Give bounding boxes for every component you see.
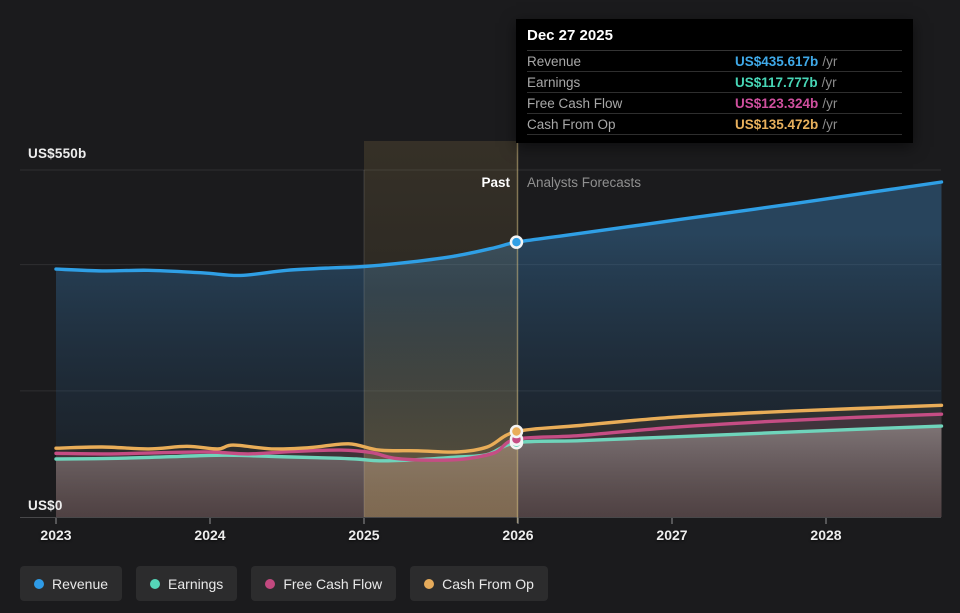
free-cash-flow-dot-icon: [265, 579, 275, 589]
legend-label: Earnings: [168, 576, 223, 592]
legend-item-revenue[interactable]: Revenue: [20, 566, 122, 601]
legend-label: Revenue: [52, 576, 108, 592]
tooltip-value: US$435.617b: [735, 54, 818, 69]
tooltip-suffix: /yr: [822, 54, 837, 69]
tooltip-row-revenue: Revenue US$435.617b /yr: [527, 51, 902, 72]
cash-from-op-dot-icon: [424, 579, 434, 589]
forecast-chart-panel: US$550b US$0 2023 2024 2025 2026 2027 20…: [0, 0, 960, 613]
tooltip-suffix: /yr: [822, 117, 837, 132]
legend-label: Free Cash Flow: [283, 576, 382, 592]
earnings-dot-icon: [150, 579, 160, 589]
tooltip-value: US$117.777b: [735, 75, 818, 90]
x-axis-label-2027: 2027: [656, 527, 687, 543]
tooltip-suffix: /yr: [822, 75, 837, 90]
y-axis-label-top: US$550b: [28, 146, 86, 161]
tooltip-suffix: /yr: [822, 96, 837, 111]
tooltip-row-cash-from-op: Cash From Op US$135.472b /yr: [527, 114, 902, 135]
legend-item-cash-from-op[interactable]: Cash From Op: [410, 566, 548, 601]
legend-label: Cash From Op: [442, 576, 534, 592]
tooltip-row-free-cash-flow: Free Cash Flow US$123.324b /yr: [527, 93, 902, 114]
tooltip-value: US$123.324b: [735, 96, 818, 111]
y-axis-label-zero: US$0: [28, 498, 63, 513]
tooltip-label: Cash From Op: [527, 117, 735, 132]
x-axis-label-2028: 2028: [810, 527, 841, 543]
x-axis-label-2023: 2023: [40, 527, 71, 543]
x-axis-label-2024: 2024: [194, 527, 225, 543]
tooltip-label: Revenue: [527, 54, 735, 69]
analysts-forecasts-label: Analysts Forecasts: [527, 175, 641, 190]
tooltip-label: Free Cash Flow: [527, 96, 735, 111]
legend-item-earnings[interactable]: Earnings: [136, 566, 237, 601]
legend-item-free-cash-flow[interactable]: Free Cash Flow: [251, 566, 396, 601]
marker-revenue: [511, 237, 522, 248]
chart-tooltip: Dec 27 2025 Revenue US$435.617b /yr Earn…: [516, 19, 913, 143]
tooltip-date: Dec 27 2025: [527, 19, 902, 51]
tooltip-row-earnings: Earnings US$117.777b /yr: [527, 72, 902, 93]
x-axis-label-2026: 2026: [502, 527, 533, 543]
chart-legend: Revenue Earnings Free Cash Flow Cash Fro…: [20, 566, 548, 601]
tooltip-label: Earnings: [527, 75, 735, 90]
x-axis-label-2025: 2025: [348, 527, 379, 543]
tooltip-value: US$135.472b: [735, 117, 818, 132]
x-axis-ticks: [56, 518, 826, 524]
marker-cash-from-op: [511, 426, 522, 437]
past-label: Past: [481, 175, 510, 190]
revenue-dot-icon: [34, 579, 44, 589]
